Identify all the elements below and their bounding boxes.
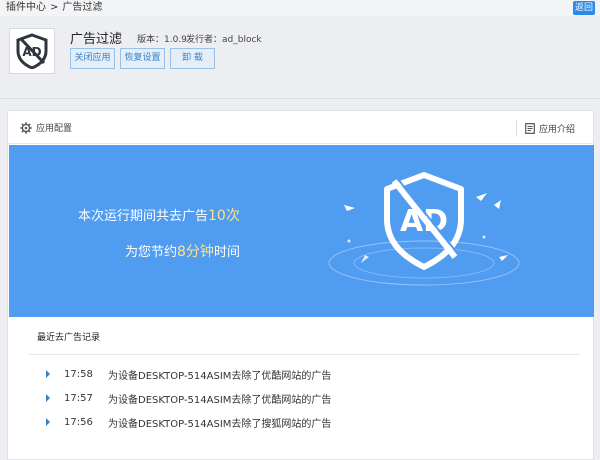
record-time: 17:57 bbox=[64, 392, 93, 404]
ads-blocked-count: 10次 bbox=[208, 208, 240, 224]
record-row[interactable]: 17:58 为设备DESKTOP-514ASIM去除了优酷网站的广告 bbox=[46, 367, 332, 382]
app-version: 版本：1.0.9 bbox=[137, 35, 187, 45]
ads-blocked-text: 本次运行期间共去广告10次 bbox=[78, 205, 240, 225]
ad-shield-illustration: AD bbox=[328, 172, 520, 286]
intro-label: 应用介绍 bbox=[538, 124, 575, 135]
app-header: AD 广告过滤 版本：1.0.9 发行者：ad_block 关闭应用 恢复设置 … bbox=[0, 18, 600, 106]
back-button[interactable]: 返回 bbox=[573, 1, 595, 15]
record-row[interactable]: 17:56 为设备DESKTOP-514ASIM去除了搜狐网站的广告 bbox=[46, 415, 332, 430]
caret-right-icon bbox=[46, 370, 50, 378]
breadcrumb: 插件中心 > 广告过滤 bbox=[0, 0, 600, 16]
records-title: 最近去广告记录 bbox=[37, 333, 101, 343]
record-text: 为设备DESKTOP-514ASIM去除了优酷网站的广告 bbox=[108, 394, 332, 406]
stats-banner: 本次运行期间共去广告10次 为您节约8分钟时间 AD bbox=[9, 145, 594, 317]
records-divider bbox=[29, 354, 580, 355]
config-label: 应用配置 bbox=[36, 124, 73, 134]
record-text: 为设备DESKTOP-514ASIM去除了优酷网站的广告 bbox=[108, 370, 332, 382]
close-app-button[interactable]: 关闭应用 bbox=[70, 48, 115, 69]
breadcrumb-root[interactable]: 插件中心 bbox=[6, 2, 46, 13]
caret-right-icon bbox=[46, 418, 50, 426]
ad-shield-icon: AD bbox=[16, 33, 48, 69]
ads-blocked-prefix: 本次运行期间共去广告 bbox=[78, 209, 209, 224]
record-row[interactable]: 17:57 为设备DESKTOP-514ASIM去除了优酷网站的广告 bbox=[46, 391, 332, 406]
time-saved-prefix: 为您节约 bbox=[125, 245, 178, 260]
caret-right-icon bbox=[46, 394, 50, 402]
breadcrumb-separator: > bbox=[50, 2, 59, 13]
gear-icon bbox=[20, 121, 32, 134]
document-icon bbox=[525, 122, 535, 134]
app-panel: 应用配置 应用介绍 本次运行期间共去广告10次 为您节约8分钟时间 AD bbox=[7, 110, 594, 460]
header-divider bbox=[0, 98, 600, 99]
time-saved-suffix: 时间 bbox=[213, 245, 240, 260]
record-time: 17:58 bbox=[64, 368, 93, 380]
config-tab[interactable]: 应用配置 bbox=[20, 121, 72, 134]
intro-tab[interactable]: 应用介绍 bbox=[515, 120, 575, 136]
app-publisher: 发行者：ad_block bbox=[186, 35, 262, 45]
app-actions: 关闭应用 恢复设置 卸 载 bbox=[70, 48, 215, 69]
app-logo: AD bbox=[9, 28, 55, 74]
uninstall-button[interactable]: 卸 载 bbox=[170, 48, 215, 69]
panel-header: 应用配置 应用介绍 bbox=[8, 111, 593, 144]
time-saved-text: 为您节约8分钟时间 bbox=[125, 241, 240, 261]
record-text: 为设备DESKTOP-514ASIM去除了搜狐网站的广告 bbox=[108, 418, 332, 430]
time-saved-value: 8分钟 bbox=[177, 244, 214, 260]
breadcrumb-current: 广告过滤 bbox=[62, 2, 103, 13]
restore-settings-button[interactable]: 恢复设置 bbox=[120, 48, 165, 69]
record-time: 17:56 bbox=[64, 416, 93, 428]
app-title: 广告过滤 bbox=[70, 32, 123, 47]
